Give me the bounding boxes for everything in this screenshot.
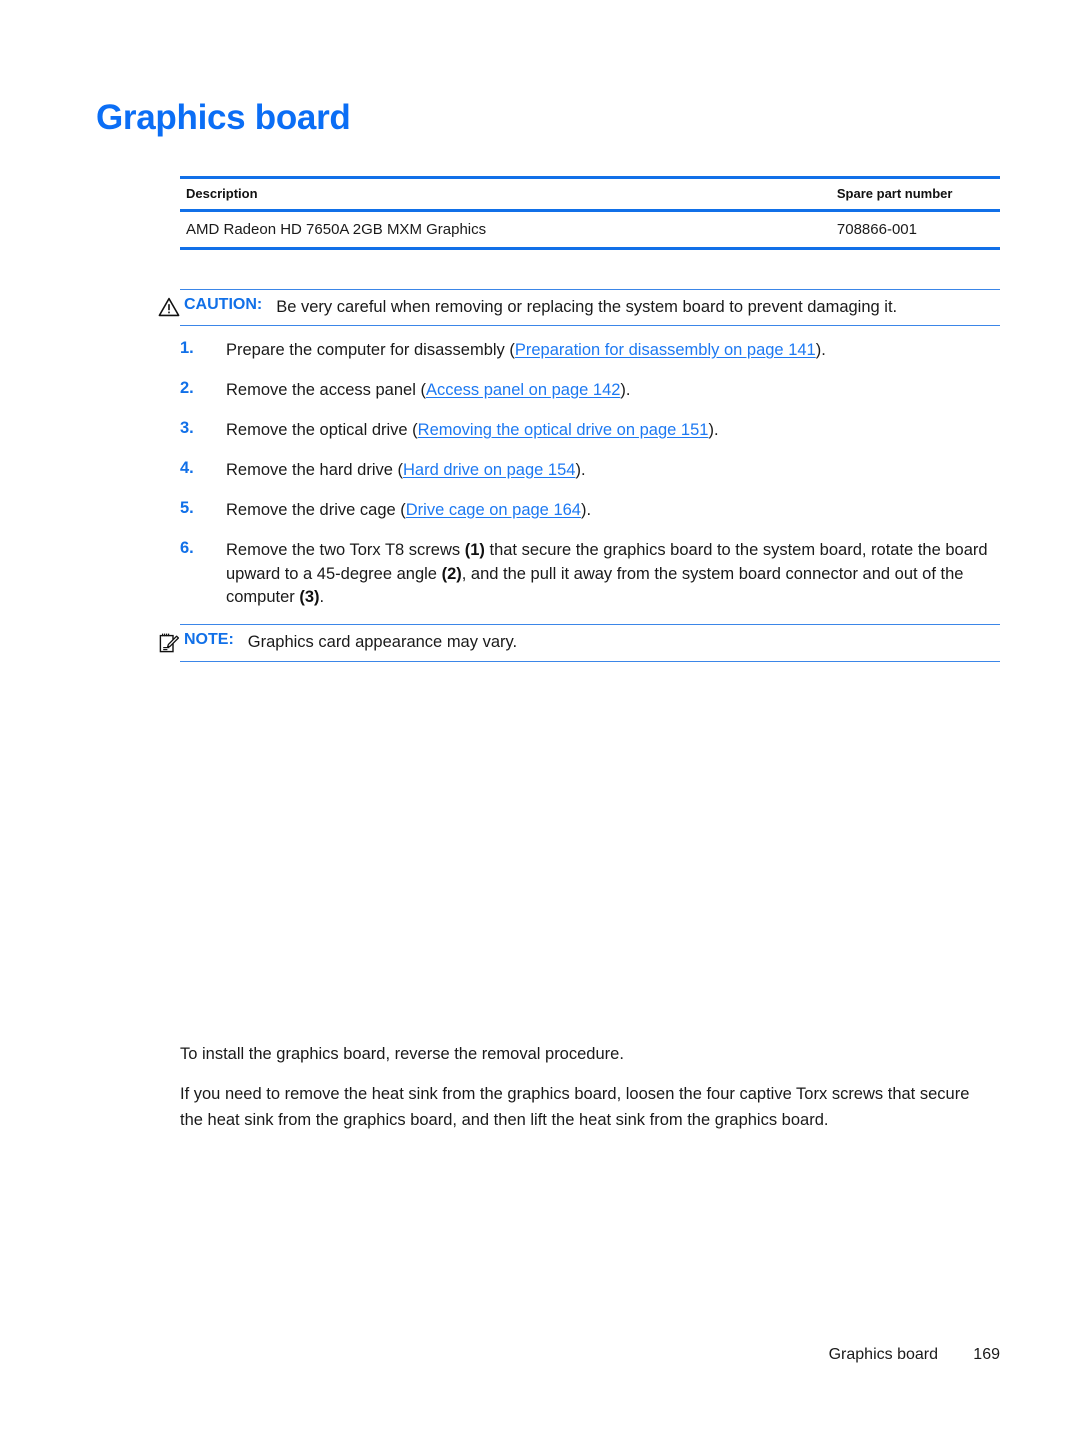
step-text: Remove the optical drive (Removing the o… [226, 419, 1000, 443]
document-page: Graphics board Description Spare part nu… [0, 0, 1080, 1437]
step-text: Remove the hard drive (Hard drive on pag… [226, 459, 1000, 483]
step-text-segment: Remove the two Torx T8 screws [226, 540, 465, 559]
step-number: 6. [180, 538, 194, 557]
table-row: AMD Radeon HD 7650A 2GB MXM Graphics 708… [180, 210, 1000, 250]
note-text: Graphics card appearance may vary. [247, 633, 518, 651]
step-number: 1. [180, 339, 194, 357]
list-item: 1. Prepare the computer for disassembly … [180, 339, 1000, 363]
step-text-segment: . [319, 588, 325, 607]
step-text: Remove the access panel (Access panel on… [226, 379, 1000, 403]
note-admonition: NOTE: Graphics card appearance may vary. [159, 624, 1000, 662]
step-text-lead: Remove the hard drive ( [226, 460, 403, 479]
cross-reference-link[interactable]: Hard drive on page 154 [403, 461, 575, 479]
table-header-row: Description Spare part number [180, 176, 1000, 212]
step-text-tail: ). [575, 460, 586, 479]
page-footer: Graphics board 169 [180, 1346, 1000, 1364]
step-text-lead: Remove the optical drive ( [226, 420, 418, 439]
note-label: NOTE: [184, 631, 234, 648]
step-text-lead: Prepare the computer for disassembly ( [226, 341, 515, 359]
removal-steps-list: 1. Prepare the computer for disassembly … [180, 339, 1000, 626]
cross-reference-link[interactable]: Removing the optical drive on page 151 [418, 421, 709, 439]
list-item: 2. Remove the access panel (Access panel… [180, 379, 1000, 403]
warning-triangle-icon [158, 297, 184, 317]
step-number: 3. [180, 418, 194, 437]
step-text-lead: Remove the access panel ( [226, 380, 426, 399]
parts-table: Description Spare part number AMD Radeon… [180, 176, 1000, 250]
step-text-tail: ). [580, 500, 592, 519]
step-number: 5. [180, 498, 194, 517]
notepad-pencil-icon [158, 632, 184, 654]
footer-page-number: 169 [973, 1346, 1000, 1363]
callout-marker: (1) [464, 540, 485, 559]
cross-reference-link[interactable]: Drive cage on page 164 [406, 501, 581, 519]
step-text: Remove the two Torx T8 screws (1) that s… [226, 539, 1000, 611]
cross-reference-link[interactable]: Preparation for disassembly on page 141 [515, 341, 816, 359]
caution-admonition: CAUTION: Be very careful when removing o… [158, 289, 1000, 327]
step-text: Remove the drive cage (Drive cage on pag… [226, 499, 1000, 523]
caution-label: CAUTION: [184, 296, 263, 313]
heat-sink-instruction-paragraph: If you need to remove the heat sink from… [180, 1085, 970, 1129]
footer-section-title: Graphics board [828, 1346, 938, 1363]
step-text: Prepare the computer for disassembly (Pr… [226, 339, 1000, 363]
cell-spare-part-number: 708866-001 [830, 210, 1000, 250]
callout-marker: (3) [299, 588, 320, 607]
list-item: 5. Remove the drive cage (Drive cage on … [180, 499, 1000, 523]
step-text-lead: Remove the drive cage ( [226, 500, 406, 519]
cell-description: AMD Radeon HD 7650A 2GB MXM Graphics [180, 210, 831, 250]
step-text-tail: ). [620, 380, 631, 399]
step-number: 2. [180, 378, 194, 397]
column-header-spare-part-number: Spare part number [830, 176, 1000, 212]
caution-text: Be very careful when removing or replaci… [276, 298, 898, 316]
column-header-description: Description [180, 176, 831, 212]
install-instruction-paragraph: To install the graphics board, reverse t… [180, 1045, 624, 1063]
list-item: 6. Remove the two Torx T8 screws (1) tha… [180, 539, 1000, 611]
step-text-tail: ). [815, 341, 826, 359]
list-item: 4. Remove the hard drive (Hard drive on … [180, 459, 1000, 483]
step-text-tail: ). [708, 420, 719, 439]
callout-marker: (2) [441, 564, 462, 583]
cross-reference-link[interactable]: Access panel on page 142 [426, 381, 620, 399]
list-item: 3. Remove the optical drive (Removing th… [180, 419, 1000, 443]
page-title: Graphics board [96, 98, 351, 137]
step-number: 4. [180, 458, 194, 477]
